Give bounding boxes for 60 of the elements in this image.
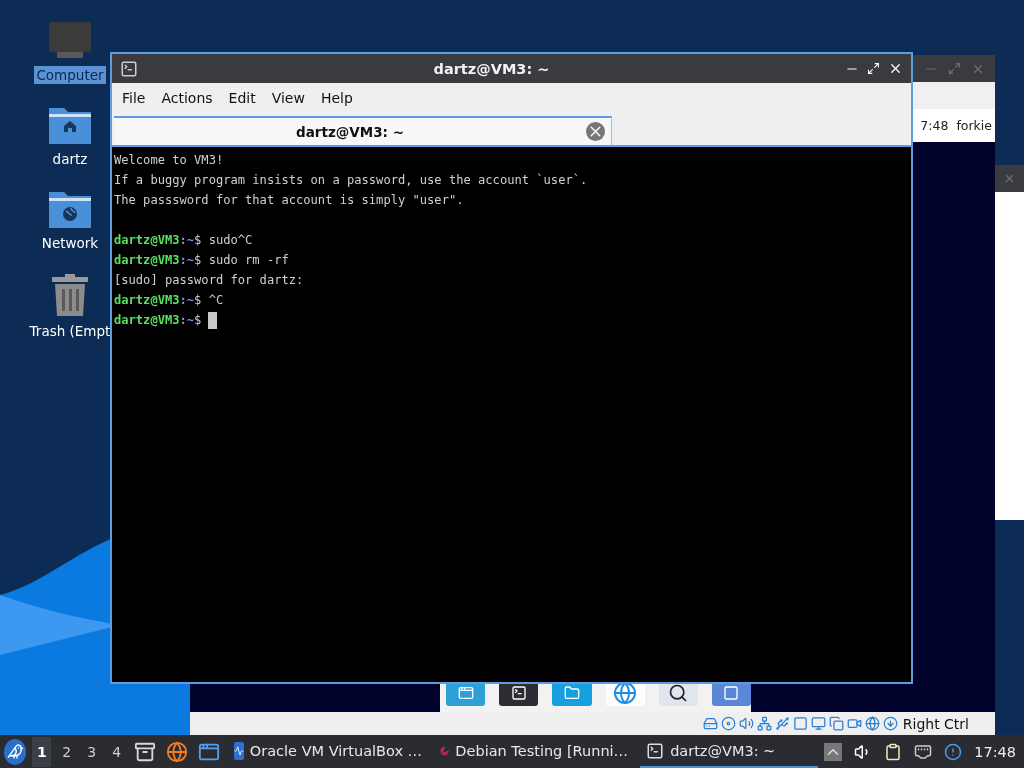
chart-icon bbox=[234, 741, 244, 760]
video-icon[interactable] bbox=[846, 716, 862, 731]
folder-icon[interactable] bbox=[563, 685, 580, 701]
terminal-icon bbox=[646, 741, 665, 760]
terminal-line: dartz@VM3:~$ sudo^C bbox=[114, 232, 253, 249]
desktop-icon-label[interactable]: Network bbox=[39, 234, 101, 252]
terminal-icon bbox=[120, 59, 138, 78]
terminal-line: Welcome to VM3! bbox=[114, 152, 224, 169]
terminal-line: [sudo] password for dartz: bbox=[114, 272, 304, 289]
window-icon[interactable] bbox=[457, 685, 474, 701]
workspace-button[interactable]: 2 bbox=[57, 736, 77, 767]
workspace-button[interactable]: 4 bbox=[107, 736, 127, 767]
workspace-button[interactable]: 3 bbox=[82, 736, 102, 767]
home-folder-icon[interactable] bbox=[49, 106, 91, 144]
network-folder-icon[interactable] bbox=[49, 190, 91, 228]
workspace-button[interactable]: 1 bbox=[32, 736, 52, 767]
window-title: dartz@VM3: ~ bbox=[432, 60, 551, 77]
terminal-tab[interactable]: dartz@VM3: ~ bbox=[114, 116, 612, 145]
menu-item[interactable]: File bbox=[114, 86, 154, 110]
computer-icon[interactable] bbox=[49, 22, 91, 60]
maximize-icon[interactable] bbox=[867, 62, 880, 75]
close-icon[interactable] bbox=[888, 61, 903, 76]
speaker-icon[interactable] bbox=[738, 716, 754, 731]
terminal-line: If a buggy program insists on a password, use the account `user`. bbox=[114, 172, 588, 189]
usb-icon[interactable] bbox=[774, 716, 790, 731]
terminal-line: dartz@VM3:~$ bbox=[114, 312, 202, 329]
windows-icon[interactable] bbox=[828, 716, 844, 731]
chevron-up-icon[interactable] bbox=[824, 742, 843, 761]
desktop-icon-label[interactable]: Trash (Empt bbox=[27, 322, 113, 340]
notification-icon[interactable] bbox=[944, 742, 963, 761]
ethernet-icon[interactable] bbox=[914, 742, 933, 761]
hard-drive-icon[interactable] bbox=[702, 716, 718, 731]
square-icon[interactable] bbox=[723, 685, 740, 701]
task-button[interactable]: dartz@VM3: ~ bbox=[640, 735, 819, 768]
disc-icon[interactable] bbox=[720, 716, 736, 731]
task-button[interactable]: Debian Testing [Runni… bbox=[434, 735, 635, 768]
menu-item[interactable]: Help bbox=[312, 86, 361, 110]
desktop-icon-label[interactable]: Computer bbox=[34, 66, 106, 84]
panel-text: 7:48 bbox=[920, 118, 949, 133]
terminal-line: dartz@VM3:~$ sudo rm -rf bbox=[114, 252, 289, 269]
monitor-icon[interactable] bbox=[810, 716, 826, 731]
terminal-icon[interactable] bbox=[510, 685, 527, 701]
clipboard-icon[interactable] bbox=[884, 742, 903, 761]
trash-icon[interactable] bbox=[52, 274, 88, 316]
host-key-label: Right Ctrl bbox=[902, 715, 969, 732]
task-button[interactable]: Oracle VM VirtualBox … bbox=[228, 735, 429, 768]
menu-item[interactable]: Actions bbox=[153, 86, 221, 110]
square-icon[interactable] bbox=[792, 716, 808, 731]
desktop-icon-label[interactable]: dartz bbox=[50, 150, 90, 168]
menu-item[interactable]: Edit bbox=[220, 86, 264, 110]
network-icon[interactable] bbox=[756, 716, 772, 731]
terminal-line: dartz@VM3:~$ ^C bbox=[114, 292, 224, 309]
tab-title: dartz@VM3: ~ bbox=[295, 123, 405, 140]
terminal-line: The passsword for that account is simply "user". bbox=[114, 192, 464, 209]
menu-item[interactable]: View bbox=[263, 86, 313, 110]
search-icon[interactable] bbox=[668, 683, 689, 703]
clock: 17:48 bbox=[974, 743, 1016, 760]
panel-text: forkie bbox=[956, 118, 992, 133]
globe-icon[interactable] bbox=[613, 681, 638, 705]
start-menu-button[interactable] bbox=[4, 738, 27, 765]
